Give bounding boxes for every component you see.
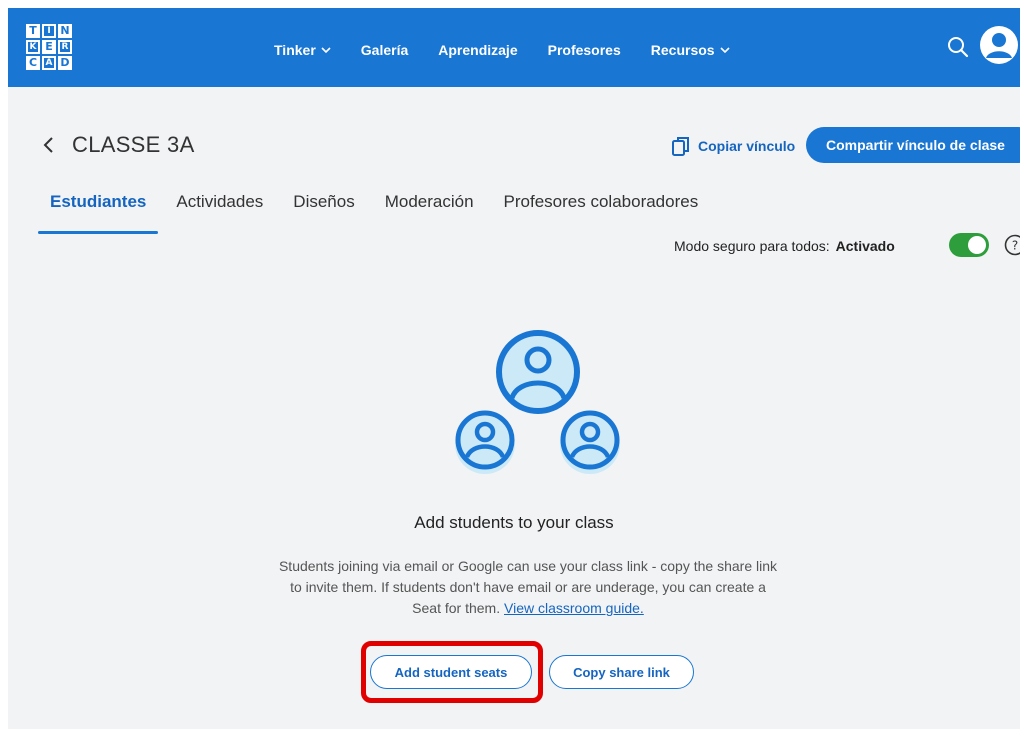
tab-actividades[interactable]: Actividades bbox=[164, 192, 275, 234]
copy-link-label: Copiar vínculo bbox=[698, 138, 796, 154]
copy-link-button[interactable]: Copiar vínculo bbox=[672, 134, 795, 158]
copy-share-link-button[interactable]: Copy share link bbox=[549, 655, 694, 689]
student-avatar-right-icon bbox=[560, 410, 620, 474]
tab-profesores-colaboradores[interactable]: Profesores colaboradores bbox=[492, 192, 711, 234]
top-navigation-bar: T I N K E R C A D Tinker Galería Aprendi… bbox=[8, 8, 1020, 87]
toggle-knob bbox=[968, 236, 986, 254]
page-frame: T I N K E R C A D Tinker Galería Aprendi… bbox=[8, 8, 1020, 729]
student-avatar-large-icon bbox=[496, 330, 580, 414]
tab-estudiantes[interactable]: Estudiantes bbox=[38, 192, 159, 234]
safe-mode-state: Activado bbox=[835, 238, 895, 254]
logo-letter: D bbox=[58, 56, 72, 70]
logo-letter: N bbox=[58, 24, 72, 38]
nav-item-label: Tinker bbox=[274, 42, 316, 58]
safe-mode-toggle[interactable] bbox=[949, 233, 989, 257]
nav-item-label: Recursos bbox=[650, 42, 715, 58]
logo-letter: R bbox=[58, 40, 72, 54]
share-class-link-button[interactable]: Compartir vínculo de clase bbox=[806, 127, 1020, 163]
logo-letter: I bbox=[42, 24, 56, 38]
main-nav: Tinker Galería Aprendizaje Profesores Re… bbox=[274, 38, 760, 62]
nav-item-label: Aprendizaje bbox=[438, 42, 518, 58]
chevron-down-icon bbox=[321, 46, 331, 53]
students-illustration bbox=[455, 330, 620, 474]
logo-letter: T bbox=[26, 24, 40, 38]
svg-text:?: ? bbox=[1012, 239, 1018, 253]
logo-letter: E bbox=[42, 40, 56, 54]
nav-item-label: Galería bbox=[360, 42, 409, 58]
classroom-guide-link[interactable]: View classroom guide. bbox=[504, 600, 644, 616]
class-tabs: Estudiantes Actividades Diseños Moderaci… bbox=[38, 192, 710, 234]
nav-item-aprendizaje[interactable]: Aprendizaje bbox=[438, 38, 517, 62]
user-avatar[interactable] bbox=[980, 26, 1018, 64]
tinkercad-logo[interactable]: T I N K E R C A D bbox=[26, 24, 72, 70]
tab-disenos[interactable]: Diseños bbox=[281, 192, 366, 234]
nav-item-tinker[interactable]: Tinker bbox=[274, 38, 331, 62]
search-icon[interactable] bbox=[946, 35, 970, 59]
empty-state-description: Students joining via email or Google can… bbox=[278, 556, 778, 619]
nav-item-recursos[interactable]: Recursos bbox=[651, 38, 730, 62]
page-title: CLASSE 3A bbox=[72, 132, 195, 157]
nav-item-label: Profesores bbox=[547, 42, 621, 58]
student-avatar-left-icon bbox=[455, 410, 515, 474]
empty-state-title: Add students to your class bbox=[414, 513, 614, 532]
logo-letter: A bbox=[42, 56, 56, 70]
help-icon[interactable]: ? bbox=[1004, 234, 1020, 256]
add-student-seats-button[interactable]: Add student seats bbox=[370, 655, 532, 689]
nav-item-galeria[interactable]: Galería bbox=[361, 38, 408, 62]
nav-item-profesores[interactable]: Profesores bbox=[548, 38, 621, 62]
tab-moderacion[interactable]: Moderación bbox=[373, 192, 486, 234]
back-chevron-icon[interactable] bbox=[42, 136, 56, 154]
logo-letter: K bbox=[26, 40, 40, 54]
safe-mode-status: Modo seguro para todos: Activado bbox=[674, 234, 895, 258]
copy-icon bbox=[672, 137, 689, 156]
logo-letter: C bbox=[26, 56, 40, 70]
chevron-down-icon bbox=[720, 46, 730, 53]
safe-mode-label: Modo seguro para todos: bbox=[674, 238, 830, 254]
